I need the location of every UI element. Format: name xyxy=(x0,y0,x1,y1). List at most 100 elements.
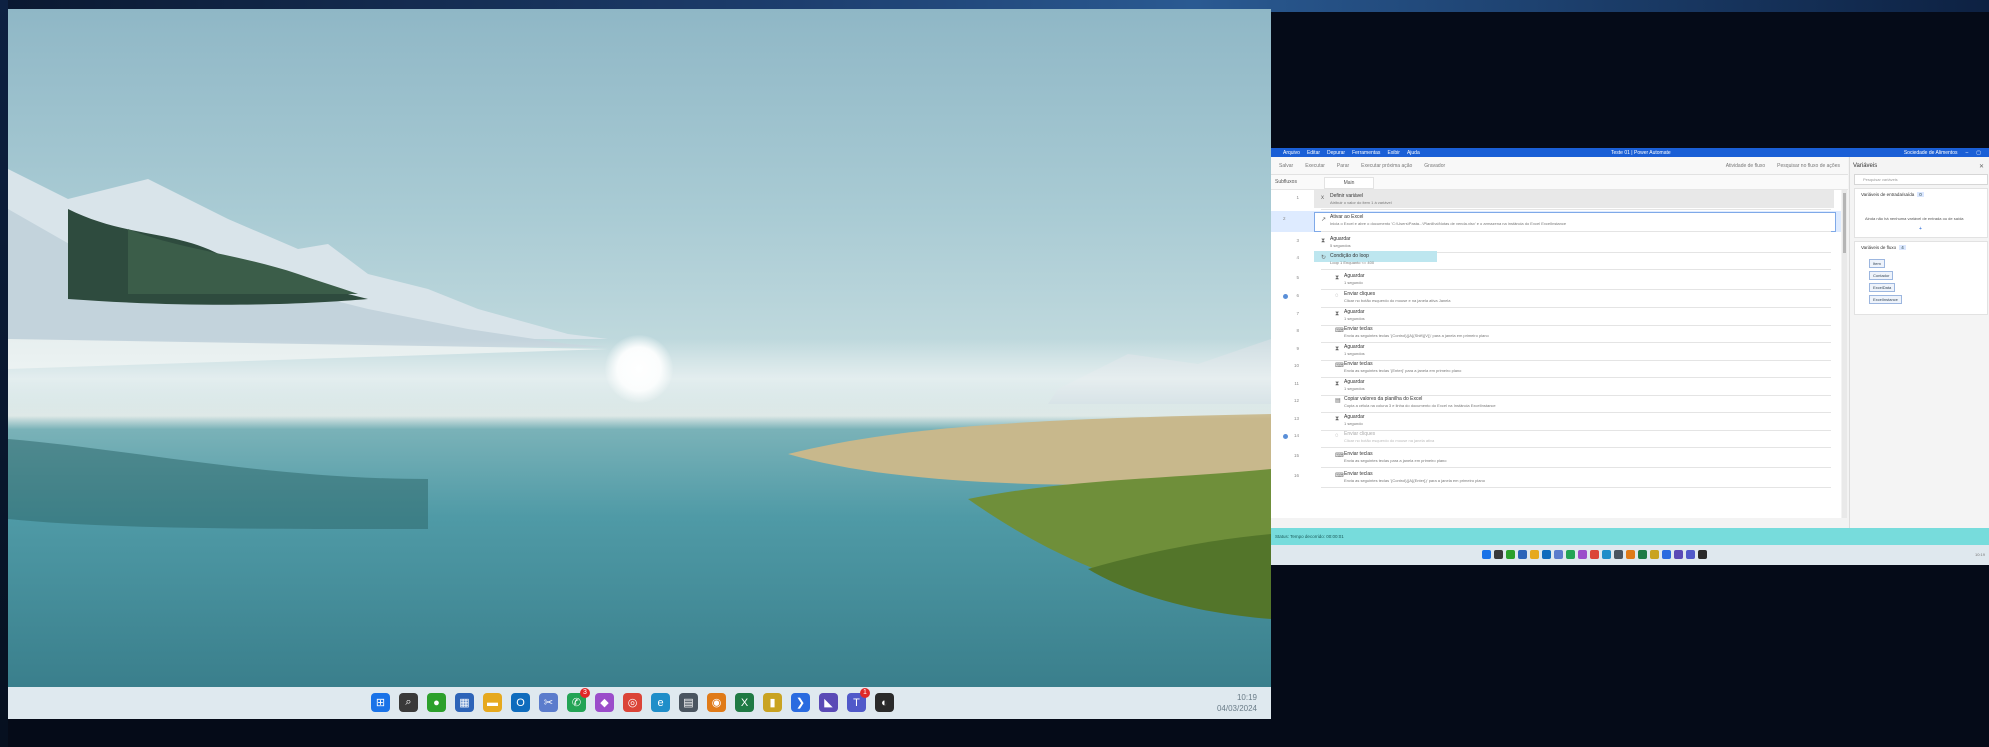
remote-excel-icon[interactable] xyxy=(1638,550,1647,559)
variables-search-input[interactable]: Pesquisar variáveis xyxy=(1854,174,1988,185)
menu-item[interactable]: Exibir xyxy=(1387,150,1400,156)
action-highlight xyxy=(1314,190,1834,208)
definir-vari-vel-icon: x xyxy=(1321,195,1324,201)
enviar-teclas-icon: ⌨ xyxy=(1335,473,1344,479)
teams-icon[interactable]: T1 xyxy=(847,688,870,712)
action-row[interactable]: 16 ⌨ Enviar teclas Envia as seguintes tecla… xyxy=(1271,468,1841,488)
toolbar-button[interactable]: Salvar xyxy=(1279,163,1293,169)
search-icon[interactable]: ⌕ xyxy=(399,693,418,712)
flow-variable-chip[interactable]: Contador xyxy=(1869,271,1894,280)
toolbar-button[interactable]: Atividade de fluxo xyxy=(1726,163,1765,169)
subflows-dropdown[interactable]: Subfluxos xyxy=(1275,179,1297,185)
line-number: 16 xyxy=(1293,473,1299,478)
line-number: 3 xyxy=(1296,238,1299,243)
menu-item[interactable]: Arquivo xyxy=(1283,150,1300,156)
action-row[interactable]: 4 ↻ Condição do loop Loop 1 Enquanto <= 400 xyxy=(1271,250,1841,270)
clock-date: 04/03/2024 xyxy=(1216,704,1257,713)
flow-variables-label[interactable]: Variáveis de fluxo 4 xyxy=(1861,245,1906,250)
remote-outlook-icon[interactable] xyxy=(1542,550,1551,559)
sticky-notes-icon[interactable]: ▮ xyxy=(763,693,782,712)
flow-variable-chip[interactable]: ExcelData xyxy=(1869,283,1896,292)
snipping-tool-icon[interactable]: ✂ xyxy=(539,693,558,712)
toolbar: Salvar Executar Parar Executar próxima ação… xyxy=(1271,157,1848,175)
action-row[interactable]: 6 ◌ Enviar cliques Clicar no botão esquerdo… xyxy=(1271,288,1841,308)
action-description: Envia as seguintes teclas '{Control}({A}… xyxy=(1344,333,1489,338)
remote-power-automate-icon[interactable] xyxy=(1662,550,1671,559)
toolbar-button[interactable]: Parar xyxy=(1337,163,1349,169)
toolbar-button[interactable]: Executar próxima ação xyxy=(1361,163,1412,169)
minimize-icon[interactable]: – xyxy=(1965,150,1968,156)
flow-variable-chip[interactable]: Item xyxy=(1869,259,1885,268)
remote-search-icon[interactable] xyxy=(1494,550,1503,559)
menu-item[interactable]: Depurar xyxy=(1327,150,1345,156)
add-variable-button[interactable]: + xyxy=(1919,226,1922,232)
menu-item[interactable]: Editar xyxy=(1307,150,1320,156)
remote-obs-icon[interactable] xyxy=(1698,550,1707,559)
line-number: 13 xyxy=(1293,416,1299,421)
remote-file-explorer-icon[interactable] xyxy=(1530,550,1539,559)
calendar-icon[interactable]: ▦ xyxy=(455,693,474,712)
xbox-icon[interactable]: ● xyxy=(427,693,446,712)
flow-scrollbar-thumb[interactable] xyxy=(1843,193,1846,253)
action-row[interactable]: 14 ◌ Enviar cliques Clicar no botão esquerd… xyxy=(1271,428,1841,448)
whatsapp-icon[interactable]: ✆ 3 xyxy=(567,688,590,712)
input-output-label[interactable]: Variáveis de entrada/saída 0 xyxy=(1861,192,1924,197)
remote-power-apps-icon[interactable] xyxy=(1578,550,1587,559)
remote-chrome-icon[interactable] xyxy=(1590,550,1599,559)
remote-sticky-notes-icon[interactable] xyxy=(1650,550,1659,559)
variables-panel: Variáveis ✕ Pesquisar variáveis Variávei… xyxy=(1849,157,1989,528)
toolbar-button[interactable]: Pesquisar no fluxo de ações xyxy=(1777,163,1840,169)
action-title: Enviar cliques xyxy=(1344,431,1376,437)
power-automate-icon[interactable]: ❯ xyxy=(791,693,810,712)
input-output-count: 0 xyxy=(1917,192,1924,197)
remote-visual-studio-icon[interactable] xyxy=(1674,550,1683,559)
remote-xbox-icon[interactable] xyxy=(1506,550,1515,559)
calculator-icon[interactable]: ▤ xyxy=(679,693,698,712)
close-icon[interactable]: ✕ xyxy=(1979,163,1984,170)
remote-snipping-tool-icon[interactable] xyxy=(1554,550,1563,559)
outlook-icon[interactable]: O xyxy=(511,693,530,712)
remote-whatsapp-icon[interactable] xyxy=(1566,550,1575,559)
action-row[interactable]: 15 ⌨ Enviar teclas Envia as seguintes tecla… xyxy=(1271,448,1841,468)
podcast-icon[interactable]: ◉ xyxy=(707,693,726,712)
remote-edge-icon[interactable] xyxy=(1602,550,1611,559)
aguardar-icon: ⧗ xyxy=(1335,311,1340,317)
windows-start-icon[interactable]: ⊞ xyxy=(371,693,390,712)
action-description: Envia as seguintes teclas '{Control}({A}… xyxy=(1344,478,1485,483)
action-description: Clicar no botão esquerdo do mouse e na j… xyxy=(1344,298,1451,303)
enviar-cliques-icon: ◌ xyxy=(1335,293,1339,299)
remote-teams-icon[interactable] xyxy=(1686,550,1695,559)
action-row[interactable]: 1 x Definir variável Atribuir o valor do it… xyxy=(1271,190,1841,210)
chrome-icon[interactable]: ◎ xyxy=(623,693,642,712)
remote-windows-start-icon[interactable] xyxy=(1482,550,1491,559)
notification-badge: 3 xyxy=(580,688,590,698)
tab-main[interactable]: Main xyxy=(1324,177,1374,189)
taskbar-clock[interactable]: 10:19 04/03/2024 xyxy=(1217,692,1257,714)
maximize-icon[interactable]: ▢ xyxy=(1976,150,1981,156)
row-divider xyxy=(1321,209,1831,210)
power-apps-icon[interactable]: ◆ xyxy=(595,693,614,712)
menu-item[interactable]: Ajuda xyxy=(1407,150,1420,156)
toolbar-button[interactable]: Gravador xyxy=(1424,163,1445,169)
flow-variable-chip[interactable]: ExcelInstance xyxy=(1869,295,1902,304)
input-output-message: Ainda não há nenhuma variável de entrada… xyxy=(1865,216,1964,221)
action-title: Ativar ao Excel xyxy=(1330,214,1364,220)
action-row[interactable]: 12 ▤ Copiar valores da planilha do Excel Co… xyxy=(1271,393,1841,413)
obs-icon[interactable]: ◐ xyxy=(875,693,894,712)
file-explorer-icon[interactable]: ▬ xyxy=(483,693,502,712)
action-row[interactable]: 2 ↗ Ativar ao Excel Inicia o Excel e abre o… xyxy=(1271,211,1841,232)
visual-studio-icon[interactable]: ◣ xyxy=(819,693,838,712)
action-description: 1 segundos xyxy=(1344,351,1365,356)
action-row[interactable]: 10 ⌨ Enviar teclas Envia as seguintes tecla… xyxy=(1271,358,1841,378)
action-title: Aguardar xyxy=(1344,309,1365,315)
excel-icon[interactable]: X xyxy=(735,693,754,712)
remote-calendar-icon[interactable] xyxy=(1518,550,1527,559)
remote-podcast-icon[interactable] xyxy=(1626,550,1635,559)
menu-item[interactable]: Ferramentas xyxy=(1352,150,1380,156)
remote-calculator-icon[interactable] xyxy=(1614,550,1623,559)
account-name[interactable]: Sociedade de Alimentos xyxy=(1904,150,1958,156)
toolbar-button[interactable]: Executar xyxy=(1305,163,1325,169)
edge-icon[interactable]: e xyxy=(651,693,670,712)
action-row[interactable]: 8 ⌨ Enviar teclas Envia as seguintes teclas… xyxy=(1271,323,1841,343)
action-row[interactable]: 5 ⧗ Aguardar 1 segundo xyxy=(1271,270,1841,290)
